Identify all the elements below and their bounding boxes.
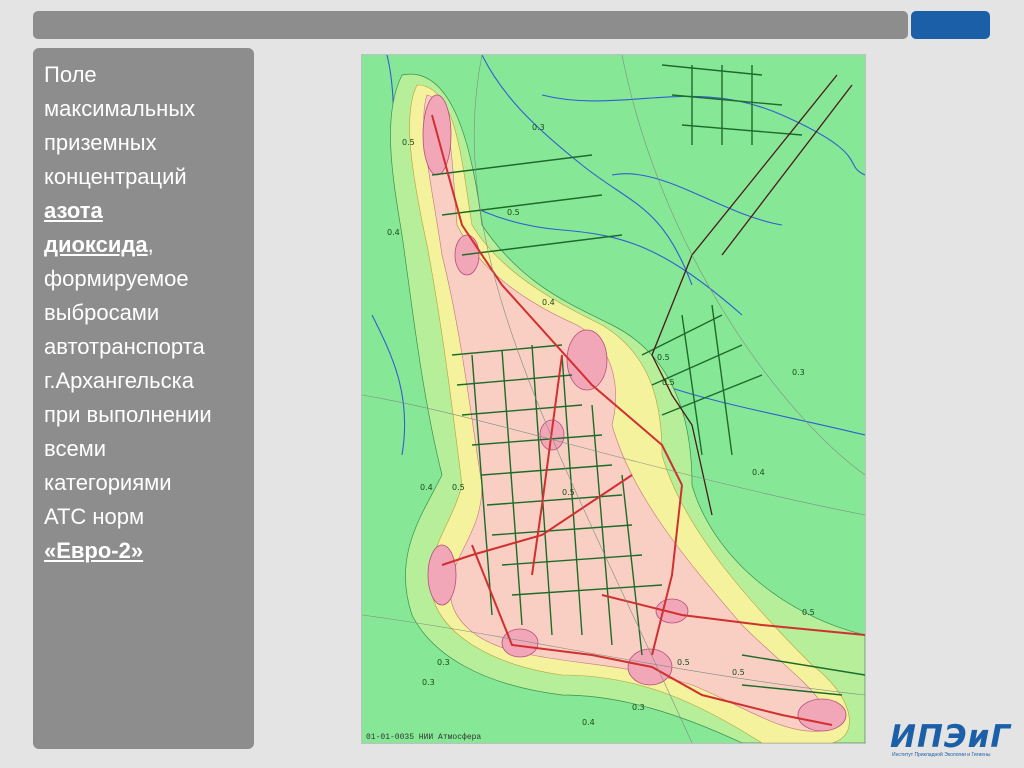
caption-line: АТС норм	[44, 504, 145, 529]
map-footer-text: 01-01-0035 НИИ Атмосфера	[366, 733, 482, 742]
isoline-label: 0.4	[752, 468, 765, 477]
isoline-label: 0.4	[387, 228, 400, 237]
isoline-label: 0.5	[562, 488, 575, 497]
caption-line: всеми	[44, 436, 107, 461]
caption-bold-term: азота	[44, 198, 103, 223]
institute-logo: ИПЭиГ Институт Прикладной Экологии и Гиг…	[890, 722, 1010, 760]
isoline-label: 0.5	[662, 378, 675, 387]
isoline-label: 0.5	[677, 658, 690, 667]
caption-line: при выполнении	[44, 402, 212, 427]
caption-comma: ,	[147, 232, 154, 257]
isoline-label: 0.4	[542, 298, 555, 307]
isoline-label: 0.5	[732, 668, 745, 677]
caption-line: автотранспорта	[44, 334, 205, 359]
caption-line: приземных	[44, 130, 157, 155]
concentration-map: 0.5 0.4 0.3 0.5 0.4 0.5 0.5 0.4 0.5 0.3 …	[361, 54, 866, 744]
isoline-label: 0.4	[582, 718, 595, 727]
caption-line: формируемое	[44, 266, 189, 291]
map-caption: Поле максимальных приземных концентраций азо…	[44, 58, 249, 568]
header-bar	[33, 11, 908, 39]
caption-line: выбросами	[44, 300, 160, 325]
logo-subtitle: Институт Прикладной Экологии и Гигиены	[892, 752, 991, 758]
isoline-label: 0.3	[532, 123, 545, 132]
isoline-label: 0.5	[402, 138, 415, 147]
map-graphic: 0.5 0.4 0.3 0.5 0.4 0.5 0.5 0.4 0.5 0.3 …	[362, 55, 865, 743]
caption-bold-term: диоксида	[44, 232, 148, 257]
isoline-label: 0.3	[632, 703, 645, 712]
isoline-label: 0.5	[507, 208, 520, 217]
isoline-label: 0.3	[792, 368, 805, 377]
caption-line: концентраций	[44, 164, 187, 189]
header-accent-block	[911, 11, 990, 39]
caption-bold-term: «Евро-2»	[44, 538, 144, 563]
isoline-label: 0.3	[422, 678, 435, 687]
isoline-label: 0.3	[437, 658, 450, 667]
isoline-label: 0.5	[657, 353, 670, 362]
caption-line: Поле	[44, 62, 97, 87]
caption-line: г.Архангельска	[44, 368, 194, 393]
logo-wordmark: ИПЭиГ	[890, 719, 1012, 755]
caption-line: максимальных	[44, 96, 196, 121]
isoline-label: 0.5	[452, 483, 465, 492]
isoline-label: 0.5	[802, 608, 815, 617]
isoline-label: 0.4	[420, 483, 433, 492]
caption-line: категориями	[44, 470, 172, 495]
